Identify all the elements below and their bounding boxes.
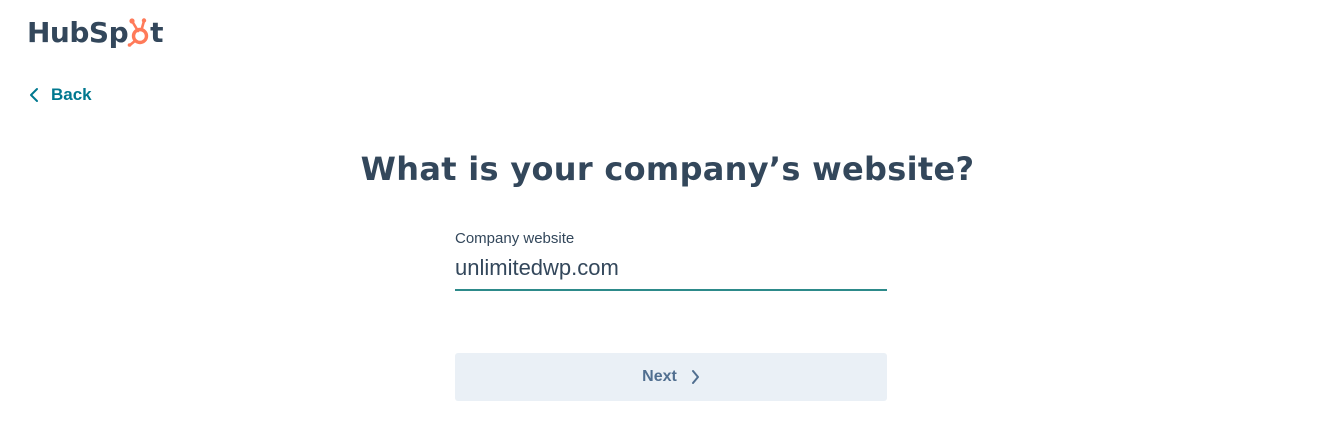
chevron-left-icon bbox=[30, 88, 38, 102]
company-website-label: Company website bbox=[455, 230, 575, 247]
next-button-label: Next bbox=[642, 368, 677, 385]
back-label: Back bbox=[51, 85, 92, 104]
back-link[interactable]: Back bbox=[29, 84, 92, 106]
hubspot-sprocket-icon bbox=[127, 18, 149, 47]
company-website-input[interactable] bbox=[455, 255, 887, 291]
chevron-right-icon bbox=[691, 370, 699, 384]
page-title: What is your company’s website? bbox=[360, 150, 975, 188]
onboarding-page: HubSp t Back What is your company’s webs… bbox=[0, 0, 1335, 427]
logo-text-prefix: HubSp bbox=[27, 15, 129, 49]
next-button[interactable]: Next bbox=[455, 353, 887, 401]
logo-text-suffix: t bbox=[150, 15, 164, 49]
company-website-field-group: Company website bbox=[455, 230, 887, 291]
hubspot-logo[interactable]: HubSp t bbox=[27, 12, 164, 52]
